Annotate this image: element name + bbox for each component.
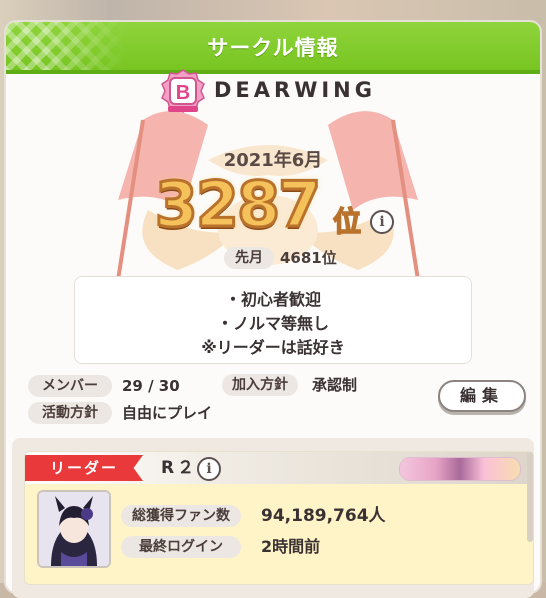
last-month-value: 4681位	[280, 249, 337, 267]
leader-name: R２	[161, 458, 198, 478]
last-month-label: 先月	[224, 247, 274, 269]
join-policy-value: 承認制	[312, 376, 358, 394]
last-login-value: 2時間前	[261, 537, 321, 556]
circle-name: DEARWING	[214, 78, 376, 102]
description-line: ・初心者歓迎	[224, 290, 321, 309]
dialog-title: サークル情報	[207, 36, 339, 60]
leader-avatar[interactable]	[37, 490, 111, 568]
total-fans-label: 総獲得ファン数	[121, 505, 241, 527]
description-line: ※リーダーは話好き	[201, 338, 345, 357]
badge-letter: B	[176, 82, 190, 104]
description-line: ・ノルマ等無し	[216, 314, 329, 333]
last-login-label: 最終ログイン	[121, 536, 241, 558]
member-count-label: メンバー	[28, 375, 112, 397]
leader-info-icon[interactable]: i	[197, 457, 221, 481]
member-count-value: 29 / 30	[122, 377, 180, 395]
edit-button[interactable]: 編集	[438, 380, 526, 412]
activity-policy-label: 活動方針	[28, 402, 112, 424]
trainer-portrait-icon	[39, 492, 109, 566]
circle-description: ・初心者歓迎 ・ノルマ等無し ※リーダーは話好き	[74, 276, 472, 364]
b-rank-badge-icon: B	[161, 69, 205, 113]
total-fans-value: 94,189,764人	[261, 506, 386, 526]
ranking-suffix: 位	[332, 204, 362, 239]
ranking-info-icon[interactable]: i	[370, 210, 394, 234]
join-policy-label: 加入方針	[222, 374, 298, 396]
ranking-number: 3287	[153, 167, 323, 243]
member-list-scrollbar[interactable]	[527, 452, 533, 542]
leader-card[interactable]: リーダー R２ i 総獲得ファン数 94,189,764人 最終ログイン 2時間…	[24, 451, 534, 585]
leader-tag: リーダー	[25, 455, 143, 481]
activity-policy-value: 自由にプレイ	[122, 404, 213, 422]
dialog-header: サークル情報	[6, 22, 540, 74]
leader-banner-image	[399, 457, 521, 481]
